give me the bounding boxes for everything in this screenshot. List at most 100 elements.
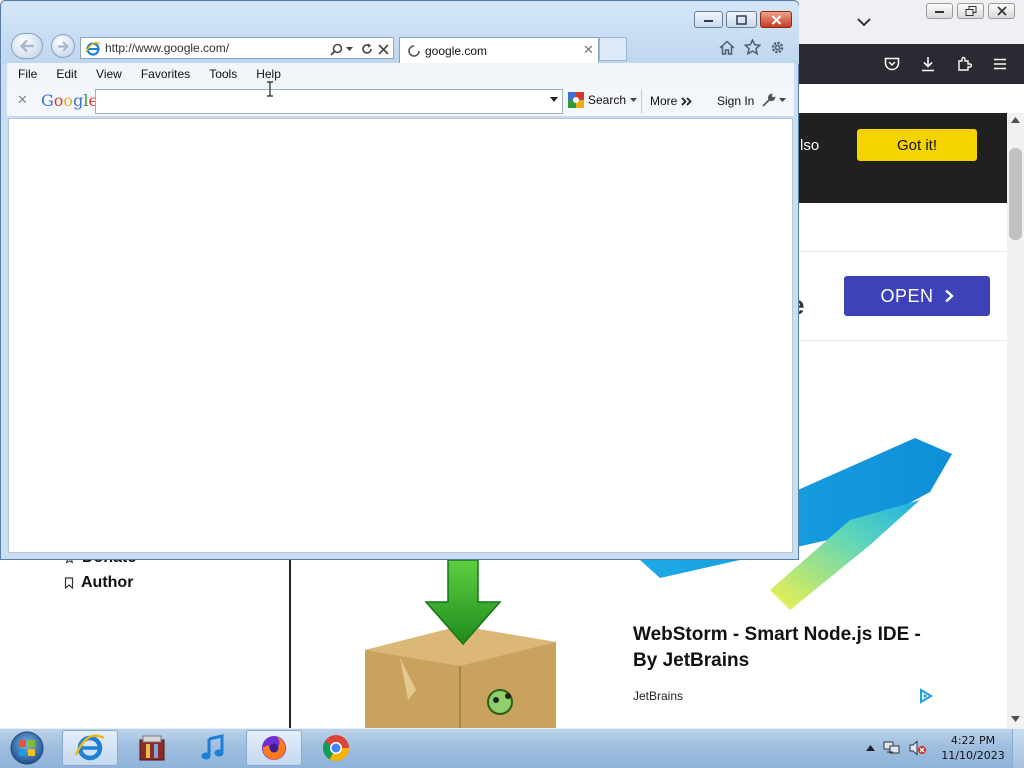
volume-muted-icon[interactable] xyxy=(909,740,927,756)
menu-file[interactable]: File xyxy=(7,67,45,81)
new-tab-button[interactable] xyxy=(599,37,627,61)
refresh-button[interactable] xyxy=(360,42,374,56)
ie-maximize-button[interactable] xyxy=(726,11,757,28)
scrollbar-thumb[interactable] xyxy=(1009,148,1022,240)
menu-bar: File Edit View Favorites Tools Help xyxy=(7,63,794,85)
taskbar-firefox[interactable] xyxy=(246,730,302,766)
tab-google[interactable]: google.com ✕ xyxy=(399,37,599,63)
close-icon xyxy=(771,14,781,25)
address-search-button[interactable] xyxy=(329,42,343,56)
scroll-down-arrow-icon[interactable] xyxy=(1010,714,1021,724)
app-menu-button[interactable] xyxy=(988,52,1012,76)
ie-close-button[interactable] xyxy=(760,11,792,28)
tab-label: google.com xyxy=(425,43,488,58)
google-logo: Google xyxy=(41,91,98,110)
tools-gear-button[interactable] xyxy=(768,38,786,56)
sidebar-link-label: Author xyxy=(81,574,134,591)
taskbar-itunes[interactable] xyxy=(185,730,241,766)
internet-explorer-window: http://www.google.com/ google.com ✕ File… xyxy=(0,0,799,560)
ie-minimize-button[interactable] xyxy=(694,11,723,28)
loading-spinner-icon xyxy=(408,45,420,57)
taskbar-archive-manager[interactable] xyxy=(124,730,180,766)
show-hidden-icons-icon[interactable] xyxy=(866,745,875,751)
chevron-right-icon xyxy=(944,289,954,303)
firefox-close-button[interactable] xyxy=(988,3,1015,19)
stop-button[interactable] xyxy=(376,42,390,56)
ad-advertiser: JetBrains xyxy=(633,689,684,703)
maximize-icon xyxy=(736,14,747,25)
taskbar-chrome[interactable] xyxy=(308,730,364,766)
show-desktop-button[interactable] xyxy=(1012,729,1024,768)
home-button[interactable] xyxy=(718,38,736,56)
pocket-icon xyxy=(884,57,900,71)
pocket-button[interactable] xyxy=(880,52,904,76)
extensions-button[interactable] xyxy=(952,52,976,76)
caret-down-icon xyxy=(345,47,353,51)
more-label: More xyxy=(650,94,678,108)
internet-explorer-icon xyxy=(75,734,105,761)
chevron-down-icon xyxy=(857,17,871,26)
firefox-icon xyxy=(262,736,286,760)
ie-page-icon xyxy=(85,41,101,56)
google-search-label: Search xyxy=(588,93,627,107)
caret-down-icon xyxy=(779,98,786,102)
scroll-up-arrow-icon[interactable] xyxy=(1010,115,1021,125)
sign-in-link[interactable]: Sign In xyxy=(717,94,754,108)
google-search-input[interactable] xyxy=(95,89,563,114)
sidebar-link-author[interactable]: Author xyxy=(64,574,133,592)
clock-date: 11/10/2023 xyxy=(941,749,1005,762)
network-icon[interactable] xyxy=(883,740,901,756)
forward-button[interactable] xyxy=(51,34,75,58)
download-icon xyxy=(922,57,934,72)
ad-open-label: OPEN xyxy=(880,285,934,306)
toolbar-separator xyxy=(641,89,642,113)
music-note-icon xyxy=(201,734,224,760)
refresh-icon xyxy=(362,43,372,54)
home-icon xyxy=(719,39,735,55)
arrow-left-icon xyxy=(19,39,34,53)
stop-x-icon xyxy=(377,43,389,55)
menu-help[interactable]: Help xyxy=(245,67,289,81)
downloads-button[interactable] xyxy=(916,52,940,76)
more-button[interactable]: More xyxy=(650,94,693,108)
ad-title[interactable]: WebStorm - Smart Node.js IDE - By JetBra… xyxy=(633,622,943,674)
close-icon xyxy=(996,6,1007,16)
wrench-icon xyxy=(762,93,776,107)
address-dropdown-button[interactable] xyxy=(345,42,353,56)
text-cursor-icon xyxy=(267,81,273,97)
star-icon xyxy=(743,39,761,55)
firefox-restore-button[interactable] xyxy=(957,3,984,19)
menu-favorites[interactable]: Favorites xyxy=(130,67,198,81)
bookmark-icon xyxy=(64,577,74,589)
back-button[interactable] xyxy=(11,33,43,59)
caret-down-icon[interactable] xyxy=(550,97,558,102)
archive-icon xyxy=(139,735,165,761)
firefox-minimize-button[interactable] xyxy=(926,3,953,19)
package-download-image xyxy=(365,560,556,728)
ie-page-content[interactable] xyxy=(8,118,793,553)
taskbar-clock[interactable]: 4:22 PM 11/10/2023 xyxy=(938,733,1008,763)
list-all-tabs-button[interactable] xyxy=(852,10,876,34)
system-tray xyxy=(866,730,927,766)
clock-time: 4:22 PM xyxy=(950,734,996,747)
adchoices-icon[interactable] xyxy=(918,688,934,704)
favorites-button[interactable] xyxy=(743,38,761,56)
minimize-icon xyxy=(935,11,944,13)
menu-view[interactable]: View xyxy=(85,67,130,81)
google-search-icon xyxy=(568,92,584,108)
address-bar[interactable]: http://www.google.com/ xyxy=(80,37,394,59)
menu-tools[interactable]: Tools xyxy=(198,67,245,81)
google-search-button[interactable]: Search xyxy=(568,92,638,108)
cookie-banner-text: lso xyxy=(800,137,820,154)
taskbar-internet-explorer[interactable] xyxy=(62,730,118,766)
tab-close-icon[interactable]: ✕ xyxy=(583,43,594,58)
google-toolbar-close-icon[interactable]: ✕ xyxy=(17,93,28,108)
google-toolbar: ✕ Google Search More Sign In xyxy=(7,85,794,117)
ad-open-button[interactable]: OPEN xyxy=(844,276,990,316)
got-it-button[interactable]: Got it! xyxy=(857,129,977,161)
start-button[interactable] xyxy=(5,730,49,766)
double-chevron-right-icon xyxy=(681,96,693,106)
menu-edit[interactable]: Edit xyxy=(45,67,85,81)
toolbar-settings-button[interactable] xyxy=(761,92,789,108)
arrow-right-icon xyxy=(58,40,69,52)
